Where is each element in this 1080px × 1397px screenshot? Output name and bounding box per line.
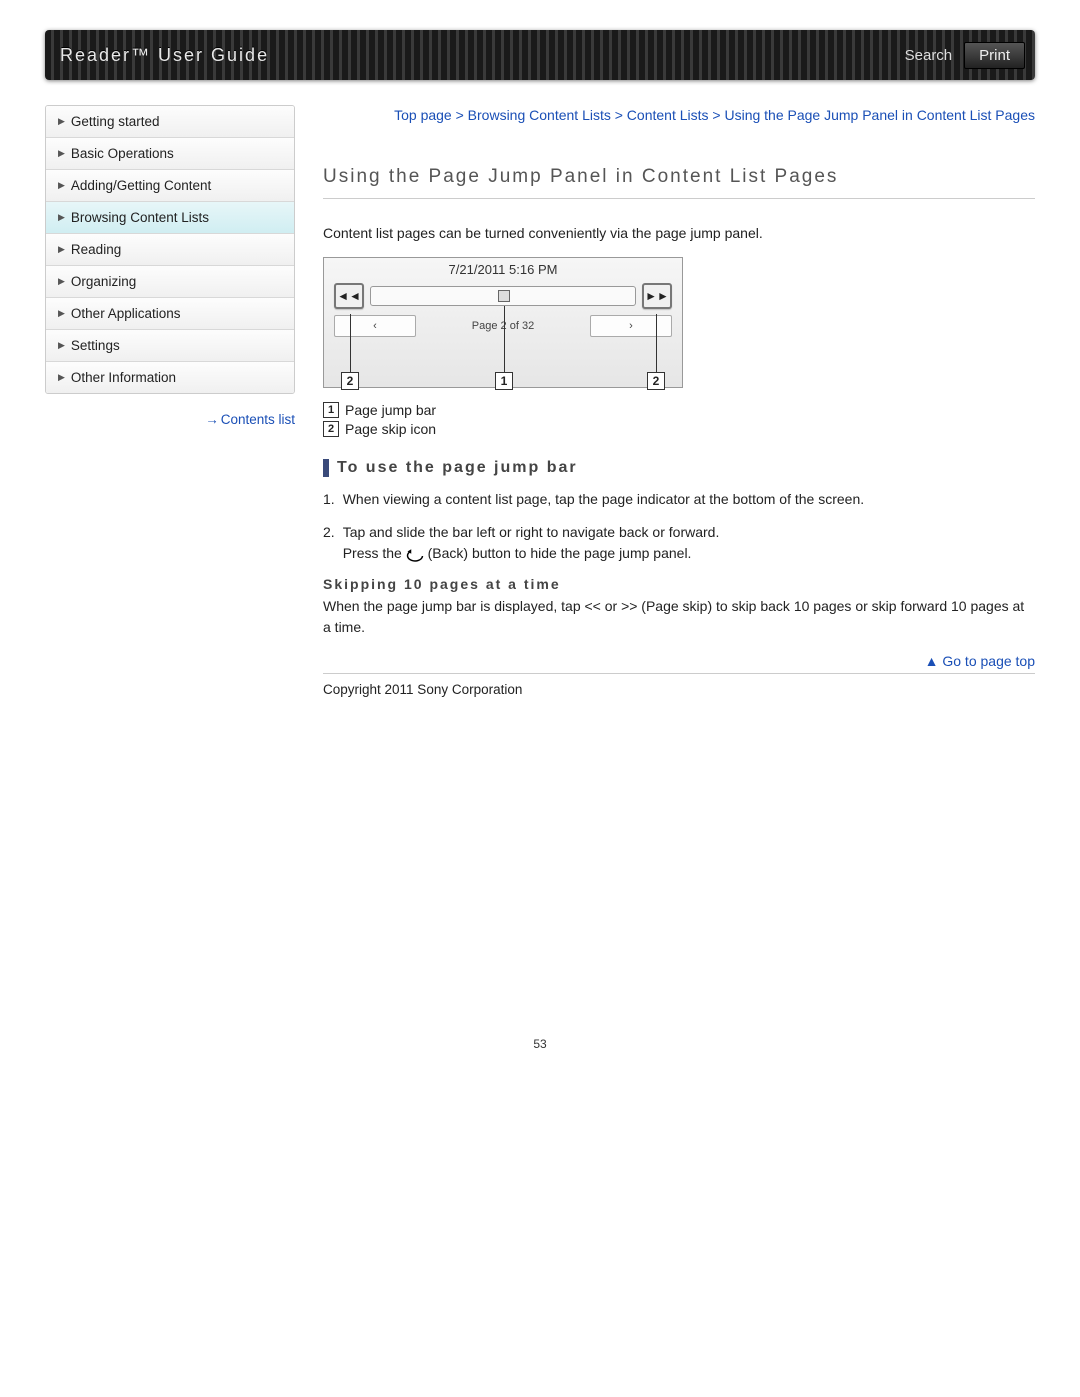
- page-number: 53: [45, 1037, 1035, 1051]
- go-top-wrap: ▲ Go to page top: [323, 653, 1035, 669]
- legend-row: 1 Page jump bar: [323, 402, 1035, 418]
- sidebar-item-getting-started[interactable]: ▶Getting started: [46, 106, 294, 138]
- illustration-timestamp: 7/21/2011 5:16 PM: [324, 258, 682, 283]
- chevron-right-icon: ▶: [58, 212, 65, 223]
- illustration-page-jump-panel: 7/21/2011 5:16 PM ◄◄ ►► ‹ Page 2 of 32 ›…: [323, 257, 683, 388]
- search-link[interactable]: Search: [905, 47, 953, 64]
- page-jump-bar: [370, 286, 636, 306]
- legend: 1 Page jump bar 2 Page skip icon: [323, 402, 1035, 437]
- print-button[interactable]: Print: [964, 42, 1025, 69]
- step-text: Tap and slide the bar left or right to n…: [343, 522, 1035, 564]
- nav-list: ▶Getting started ▶Basic Operations ▶Addi…: [45, 105, 295, 394]
- sidebar-item-settings[interactable]: ▶Settings: [46, 330, 294, 362]
- step-text: When viewing a content list page, tap th…: [343, 489, 1035, 510]
- step-2-line-b: Press the (Back) button to hide the page…: [343, 543, 1035, 564]
- sidebar-item-adding-content[interactable]: ▶Adding/Getting Content: [46, 170, 294, 202]
- sidebar-item-basic-operations[interactable]: ▶Basic Operations: [46, 138, 294, 170]
- chevron-right-icon: ▶: [58, 276, 65, 287]
- sidebar-item-reading[interactable]: ▶Reading: [46, 234, 294, 266]
- chevron-right-icon: ▶: [58, 308, 65, 319]
- step-number: 2.: [323, 522, 335, 564]
- chevron-right-icon: ▶: [58, 180, 65, 191]
- arrow-right-icon: →: [205, 412, 219, 427]
- callout-box: 1: [495, 372, 513, 390]
- step-2: 2. Tap and slide the bar left or right t…: [323, 522, 1035, 564]
- step-2-line-a: Tap and slide the bar left or right to n…: [343, 522, 1035, 543]
- contents-list-link-wrap: →Contents list: [45, 412, 295, 427]
- chevron-right-icon: ▶: [58, 116, 65, 127]
- page-indicator: Page 2 of 32: [422, 320, 584, 332]
- callout-line: [656, 314, 657, 372]
- intro-text: Content list pages can be turned conveni…: [323, 223, 1035, 243]
- sidebar-item-other-apps[interactable]: ▶Other Applications: [46, 298, 294, 330]
- page-title: Using the Page Jump Panel in Content Lis…: [323, 166, 1035, 199]
- skip-back-icon: ◄◄: [334, 283, 364, 309]
- chevron-right-icon: ▶: [58, 340, 65, 351]
- prev-page-icon: ‹: [334, 315, 416, 337]
- breadcrumb[interactable]: Top page > Browsing Content Lists > Cont…: [323, 105, 1035, 126]
- main-content: Top page > Browsing Content Lists > Cont…: [323, 105, 1035, 697]
- go-to-top-link[interactable]: ▲ Go to page top: [925, 653, 1035, 669]
- skip-forward-icon: ►►: [642, 283, 672, 309]
- subsection-heading: Skipping 10 pages at a time: [323, 576, 1035, 592]
- legend-number: 1: [323, 402, 339, 418]
- chevron-right-icon: ▶: [58, 372, 65, 383]
- callout-box: 2: [341, 372, 359, 390]
- copyright: Copyright 2011 Sony Corporation: [323, 682, 1035, 697]
- sidebar-item-organizing[interactable]: ▶Organizing: [46, 266, 294, 298]
- callout-line: [504, 306, 505, 372]
- sidebar-item-other-info[interactable]: ▶Other Information: [46, 362, 294, 393]
- legend-label: Page skip icon: [345, 421, 436, 437]
- divider: [323, 673, 1035, 674]
- step-1: 1. When viewing a content list page, tap…: [323, 489, 1035, 510]
- next-page-icon: ›: [590, 315, 672, 337]
- app-title: Reader™ User Guide: [60, 45, 905, 66]
- chevron-right-icon: ▶: [58, 244, 65, 255]
- chevron-right-icon: ▶: [58, 148, 65, 159]
- step-number: 1.: [323, 489, 335, 510]
- contents-list-link[interactable]: →Contents list: [205, 412, 295, 427]
- legend-row: 2 Page skip icon: [323, 421, 1035, 437]
- subsection-text: When the page jump bar is displayed, tap…: [323, 596, 1035, 637]
- back-icon: [406, 548, 424, 562]
- section-heading: To use the page jump bar: [323, 459, 1035, 477]
- callout-box: 2: [647, 372, 665, 390]
- slider-handle-icon: [498, 290, 510, 302]
- sidebar: ▶Getting started ▶Basic Operations ▶Addi…: [45, 105, 295, 697]
- legend-number: 2: [323, 421, 339, 437]
- app-header: Reader™ User Guide Search Print: [45, 30, 1035, 80]
- callout-line: [350, 314, 351, 372]
- legend-label: Page jump bar: [345, 402, 436, 418]
- triangle-up-icon: ▲: [925, 653, 939, 669]
- sidebar-item-browsing-lists[interactable]: ▶Browsing Content Lists: [46, 202, 294, 234]
